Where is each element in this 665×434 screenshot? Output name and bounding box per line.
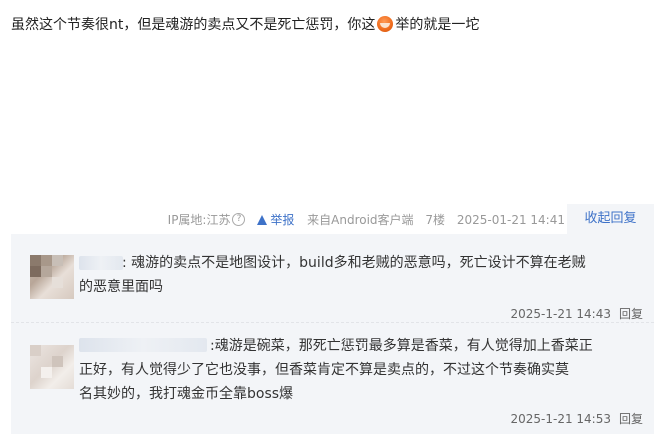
reply-text: : 魂游的卖点不是地图设计，build多和老贼的恶意吗，死亡设计不算在老贼 的恶…: [79, 251, 586, 299]
post-meta: IP属地:江苏? 举报 来自Android客户端 7楼 2025-01-21 1…: [168, 207, 565, 232]
avatar[interactable]: [30, 345, 74, 389]
reply-text-line: :魂游是碗菜，那死亡惩罚最多算是香菜，有人觉得加上香菜正: [210, 338, 593, 354]
reply-item: :魂游是碗菜，那死亡惩罚最多算是香菜，有人觉得加上香菜正 正好，有人觉得少了它也…: [11, 323, 654, 434]
floor-number: 7楼: [425, 212, 446, 227]
post-source: 来自Android客户端: [307, 212, 414, 227]
help-icon[interactable]: ?: [232, 213, 246, 226]
username[interactable]: [79, 338, 207, 352]
reply-text: :魂游是碗菜，那死亡惩罚最多算是香菜，有人觉得加上香菜正 正好，有人觉得少了它也…: [79, 334, 593, 406]
reply-text-line: 名其妙的，我打魂金币全靠boss爆: [79, 386, 294, 402]
reply-item: : 魂游的卖点不是地图设计，build多和老贼的恶意吗，死亡设计不算在老贼 的恶…: [11, 234, 654, 323]
warning-icon: [257, 214, 268, 225]
hehe-emoji-icon: [377, 16, 394, 32]
report-button[interactable]: 举报: [257, 207, 294, 232]
collapse-replies-button[interactable]: 收起回复: [567, 204, 654, 234]
reply-time: 2025-1-21 14:43: [510, 307, 611, 321]
username[interactable]: [79, 256, 123, 270]
post-time: 2025-01-21 14:41: [456, 212, 565, 227]
ip-location: IP属地:江苏: [167, 212, 231, 227]
reply-meta: 2025-1-21 14:53 回复: [510, 410, 643, 427]
reply-time: 2025-1-21 14:53: [510, 412, 611, 426]
reply-list: : 魂游的卖点不是地图设计，build多和老贼的恶意吗，死亡设计不算在老贼 的恶…: [11, 234, 654, 434]
reply-text-line: 的恶意里面吗: [79, 279, 163, 295]
reply-text-line: 正好，有人觉得少了它也没事，但香菜肯定不算是卖点的，不过这个节奏确实莫: [79, 362, 569, 378]
reply-text-line: : 魂游的卖点不是地图设计，build多和老贼的恶意吗，死亡设计不算在老贼: [122, 255, 586, 271]
reply-meta: 2025-1-21 14:43 回复: [510, 305, 643, 322]
avatar[interactable]: [30, 255, 74, 299]
reply-button[interactable]: 回复: [619, 307, 643, 321]
post-text-part2: 举的就是一坨: [395, 17, 480, 33]
post-footer: IP属地:江苏? 举报 来自Android客户端 7楼 2025-01-21 1…: [0, 204, 665, 234]
post-content: 虽然这个节奏很nt，但是魂游的卖点又不是死亡惩罚，你这 举的就是一坨: [11, 14, 479, 36]
reply-button[interactable]: 回复: [619, 412, 643, 426]
post-text-part1: 虽然这个节奏很nt，但是魂游的卖点又不是死亡惩罚，你这: [11, 17, 376, 33]
report-label: 举报: [270, 212, 295, 227]
